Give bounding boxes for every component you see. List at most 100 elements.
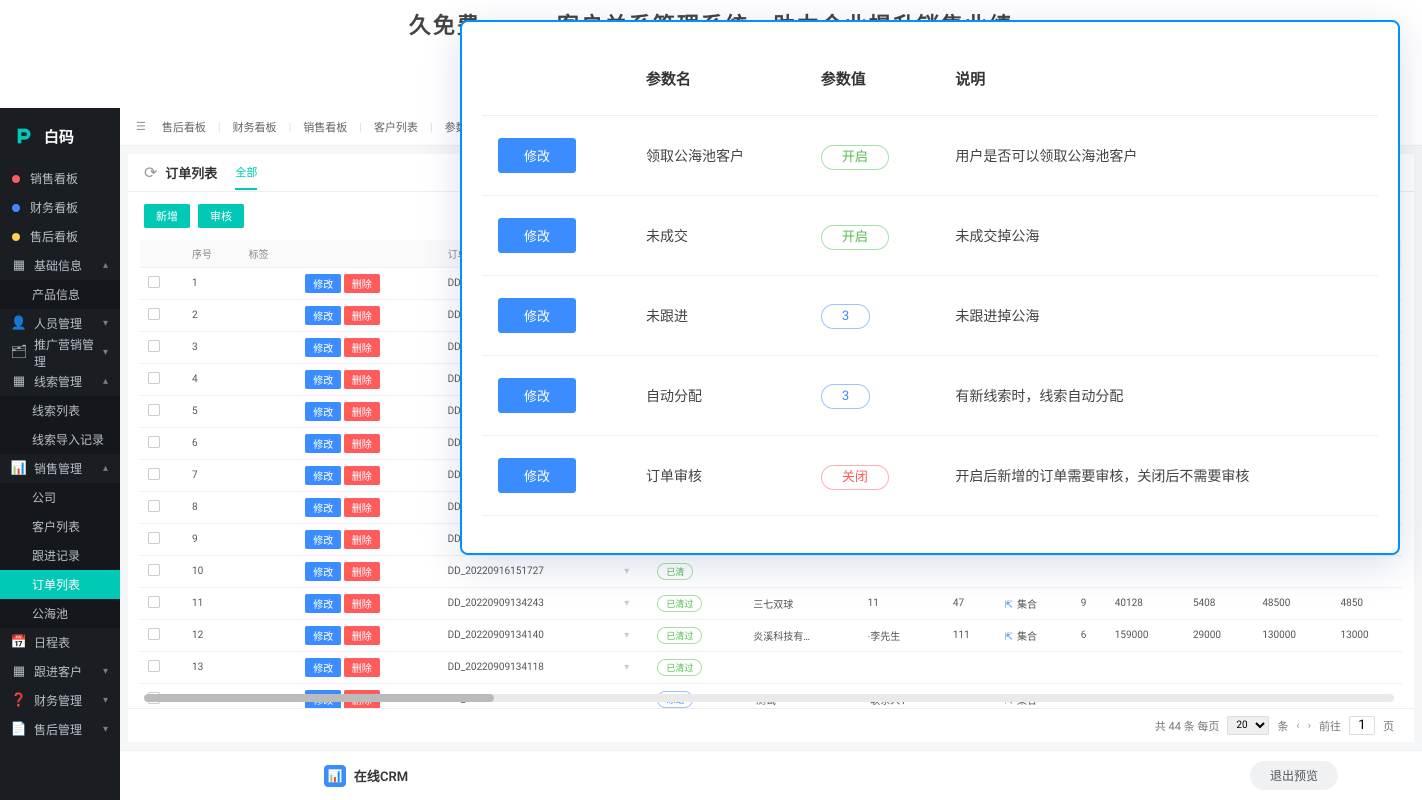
edit-button[interactable]: 修改 [305, 370, 341, 389]
tab-separator: | [359, 121, 362, 134]
delete-button[interactable]: 删除 [344, 370, 380, 389]
nav-sub-item[interactable]: 线索列表 [0, 396, 120, 425]
nav-sub-item[interactable]: 线索导入记录 [0, 425, 120, 454]
menu-toggle-icon[interactable]: ☰ [136, 120, 146, 133]
pager-page-input[interactable] [1349, 716, 1375, 735]
pager-next[interactable]: › [1308, 719, 1311, 732]
tab[interactable]: 财务看板 [229, 121, 281, 134]
pager-prev[interactable]: ‹ [1296, 719, 1299, 732]
row-checkbox[interactable] [148, 340, 160, 352]
horizontal-scrollbar[interactable] [144, 694, 1394, 702]
edit-button[interactable]: 修改 [305, 274, 341, 293]
param-row: 修改 自动分配 3 有新线索时，线索自动分配 [482, 356, 1378, 436]
param-edit-button[interactable]: 修改 [498, 458, 576, 493]
edit-button[interactable]: 修改 [305, 498, 341, 517]
nav-sub-item[interactable]: 产品信息 [0, 280, 120, 309]
edit-button[interactable]: 修改 [305, 402, 341, 421]
param-edit-button[interactable]: 修改 [498, 218, 576, 253]
edit-button[interactable]: 修改 [305, 658, 341, 677]
param-edit-button[interactable]: 修改 [498, 138, 576, 173]
nav-item[interactable]: 📊销售管理▴ [0, 454, 120, 483]
nav-item[interactable]: ▦基础信息▴ [0, 251, 120, 280]
edit-button[interactable]: 修改 [305, 626, 341, 645]
delete-button[interactable]: 删除 [344, 498, 380, 517]
nav-item[interactable]: ▦跟进客户▾ [0, 657, 120, 686]
sort-icon[interactable]: ▾ [616, 652, 649, 684]
delete-button[interactable]: 删除 [344, 594, 380, 613]
param-desc: 有新线索时，线索自动分配 [939, 356, 1378, 436]
nav-item[interactable]: 📄售后管理▾ [0, 715, 120, 744]
row-checkbox[interactable] [148, 276, 160, 288]
nav-sub-item[interactable]: 公海池 [0, 599, 120, 628]
brand-logo-icon [14, 125, 36, 147]
row-checkbox[interactable] [148, 468, 160, 480]
tab[interactable]: 售后看板 [158, 121, 210, 134]
sort-icon[interactable]: ▾ [616, 620, 649, 652]
tab[interactable]: 销售看板 [299, 121, 351, 134]
param-edit-button[interactable]: 修改 [498, 378, 576, 413]
edit-button[interactable]: 修改 [305, 434, 341, 453]
row-checkbox[interactable] [148, 660, 160, 672]
row-checkbox[interactable] [148, 564, 160, 576]
delete-button[interactable]: 删除 [344, 626, 380, 645]
param-row: 修改 订单审核 关闭 开启后新增的订单需要审核，关闭后不需要审核 [482, 436, 1378, 516]
nav-sub-item[interactable]: 跟进记录 [0, 541, 120, 570]
exit-preview-button[interactable]: 退出预览 [1250, 761, 1338, 790]
cell-index: 12 [184, 620, 241, 652]
row-checkbox[interactable] [148, 596, 160, 608]
delete-button[interactable]: 删除 [344, 274, 380, 293]
page-size-select[interactable]: 20 [1227, 716, 1269, 735]
edit-button[interactable]: 修改 [305, 530, 341, 549]
delete-button[interactable]: 删除 [344, 658, 380, 677]
edit-button[interactable]: 修改 [305, 594, 341, 613]
link-icon[interactable]: ⇱ [1005, 600, 1013, 611]
status-pill: 已清过 [657, 659, 702, 676]
nav-item[interactable]: 售后看板 [0, 222, 120, 251]
edit-button[interactable]: 修改 [305, 562, 341, 581]
delete-button[interactable]: 删除 [344, 402, 380, 421]
brand[interactable]: 白码 [0, 108, 120, 164]
row-checkbox[interactable] [148, 404, 160, 416]
delete-button[interactable]: 删除 [344, 562, 380, 581]
delete-button[interactable]: 删除 [344, 306, 380, 325]
nav-label: 推广营销管理 [34, 336, 103, 370]
sort-icon[interactable]: ▾ [616, 556, 649, 588]
refresh-icon[interactable]: ⟳ [144, 163, 157, 182]
edit-button[interactable]: 修改 [305, 306, 341, 325]
sort-icon[interactable]: ▾ [616, 588, 649, 620]
nav-item[interactable]: 销售看板 [0, 164, 120, 193]
nav-item[interactable]: 📅日程表 [0, 628, 120, 657]
cell: 130000 [1254, 620, 1332, 652]
nav-item[interactable]: 财务看板 [0, 193, 120, 222]
link-icon[interactable]: ⇱ [1005, 632, 1013, 643]
audit-button[interactable]: 审核 [198, 204, 244, 228]
cell [1107, 652, 1185, 684]
status-pill: 已清过 [657, 595, 702, 612]
nav-item[interactable]: 🗂推广营销管理▾ [0, 338, 120, 367]
row-checkbox[interactable] [148, 436, 160, 448]
delete-button[interactable]: 删除 [344, 338, 380, 357]
row-checkbox[interactable] [148, 500, 160, 512]
param-edit-button[interactable]: 修改 [498, 298, 576, 333]
tab[interactable]: 客户列表 [370, 121, 422, 134]
param-row: 修改 未成交 开启 未成交掉公海 [482, 196, 1378, 276]
delete-button[interactable]: 删除 [344, 530, 380, 549]
nav-sub-item[interactable]: 客户列表 [0, 512, 120, 541]
filter-all[interactable]: 全部 [235, 164, 257, 190]
add-button[interactable]: 新增 [144, 204, 190, 228]
edit-button[interactable]: 修改 [305, 338, 341, 357]
nav-sub-item[interactable]: 公司 [0, 483, 120, 512]
cell-index: 4 [184, 364, 241, 396]
row-checkbox[interactable] [148, 308, 160, 320]
nav-item[interactable]: ❓财务管理▾ [0, 686, 120, 715]
delete-button[interactable]: 删除 [344, 434, 380, 453]
edit-button[interactable]: 修改 [305, 466, 341, 485]
delete-button[interactable]: 删除 [344, 466, 380, 485]
cell: 11 [860, 588, 945, 620]
row-checkbox[interactable] [148, 372, 160, 384]
nav-item[interactable]: ▦线索管理▴ [0, 367, 120, 396]
nav-sub-item[interactable]: 订单列表 [0, 570, 120, 599]
nav-item[interactable]: 👤人员管理▾ [0, 309, 120, 338]
row-checkbox[interactable] [148, 532, 160, 544]
row-checkbox[interactable] [148, 628, 160, 640]
